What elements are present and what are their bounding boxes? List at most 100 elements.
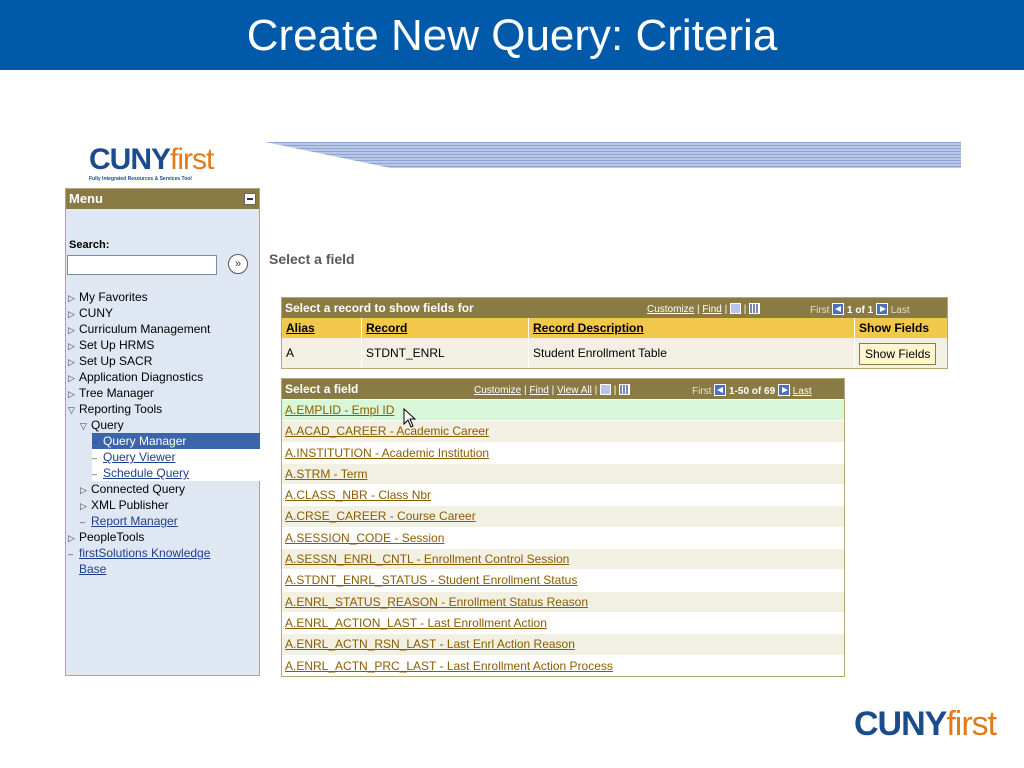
field-grid: Select a field Customize | Find | View A… — [281, 378, 845, 677]
expand-icon: ▷ — [68, 293, 75, 303]
expand-icon: ▷ — [68, 373, 75, 383]
search-go-icon[interactable]: » — [228, 254, 248, 274]
field-row[interactable]: A.SESSION_CODE - Session — [282, 526, 844, 549]
field-row[interactable]: A.ENRL_ACTN_RSN_LAST - Last Enrl Action … — [282, 633, 844, 655]
record-grid-nav: First 1 of 1 Last — [810, 303, 910, 316]
menu-panel: Menu Search: » ▷ My Favorites ▷ CUNY ▷ Curr… — [65, 188, 260, 676]
menu-item-xml-publisher[interactable]: ▷ XML Publisher — [66, 497, 261, 513]
field-row[interactable]: A.STDNT_ENRL_STATUS - Student Enrollment… — [282, 569, 844, 591]
field-row[interactable]: A.ENRL_ACTN_PRC_LAST - Last Enrollment A… — [282, 654, 844, 676]
nav-last-label: Last — [890, 305, 910, 316]
slide-title-bar: Create New Query: Criteria — [0, 0, 1024, 70]
find-link[interactable]: Find — [702, 304, 721, 315]
menu-item-my-favorites[interactable]: ▷ My Favorites — [66, 289, 261, 305]
prev-arrow-icon[interactable] — [832, 303, 845, 315]
logo-brand-suffix: first — [170, 143, 214, 176]
menu-item-application-diagnostics[interactable]: ▷ Application Diagnostics — [66, 369, 261, 385]
expand-icon: ▷ — [68, 389, 75, 399]
field-grid-header: Select a field Customize | Find | View A… — [282, 379, 844, 399]
find-link[interactable]: Find — [529, 385, 548, 396]
next-arrow-icon[interactable] — [875, 303, 888, 315]
customize-link[interactable]: Customize — [647, 304, 694, 315]
menu-item-peopletools[interactable]: ▷ PeopleTools — [66, 529, 261, 545]
menu-item-curriculum-management[interactable]: ▷ Curriculum Management — [66, 321, 261, 337]
menu-item-query-manager[interactable]: – Query Manager — [92, 433, 260, 449]
field-grid-title: Select a field — [285, 382, 359, 396]
record-grid-columns: Alias Record Record Description Show Fie… — [282, 318, 947, 338]
expand-icon: ▷ — [68, 533, 75, 543]
cell-record: STDNT_ENRL — [362, 338, 529, 368]
menu-item-query-viewer[interactable]: – Query Viewer — [92, 449, 260, 465]
col-alias[interactable]: Alias — [282, 318, 362, 338]
menu-item-firstsolutions-kb-cont[interactable]: Base — [66, 561, 261, 577]
nav-first-label: First — [810, 305, 830, 316]
show-fields-button[interactable]: Show Fields — [859, 342, 937, 365]
nav-range: 1-50 of 69 — [729, 386, 776, 397]
collapse-icon: ▽ — [80, 421, 87, 431]
menu-item-report-manager[interactable]: – Report Manager — [66, 513, 261, 529]
field-row[interactable]: A.STRM - Term — [282, 462, 844, 485]
col-record[interactable]: Record — [362, 318, 529, 338]
menu-item-reporting-tools[interactable]: ▽ Reporting Tools — [66, 401, 261, 417]
field-grid-nav: First 1-50 of 69 Last — [692, 384, 812, 397]
menu-item-firstsolutions-kb[interactable]: – firstSolutions Knowledge — [66, 545, 261, 561]
menu-item-schedule-query[interactable]: – Schedule Query — [92, 465, 260, 481]
expand-icon: ▷ — [68, 325, 75, 335]
cell-alias: A — [282, 338, 362, 368]
nav-range: 1 of 1 — [847, 305, 874, 316]
expand-icon: ▷ — [68, 309, 75, 319]
field-row[interactable]: A.ENRL_ACTION_LAST - Last Enrollment Act… — [282, 611, 844, 634]
menu-item-connected-query[interactable]: ▷ Connected Query — [66, 481, 261, 497]
field-row[interactable]: A.CRSE_CAREER - Course Career — [282, 505, 844, 527]
nav-last-link[interactable]: Last — [793, 386, 812, 397]
menu-item-query[interactable]: ▽ Query — [66, 417, 261, 433]
menu-item-tree-manager[interactable]: ▷ Tree Manager — [66, 385, 261, 401]
record-grid-title: Select a record to show fields for — [285, 301, 474, 315]
menu-list: ▷ My Favorites ▷ CUNY ▷ Curriculum Manageme… — [66, 289, 261, 577]
menu-search-input[interactable] — [67, 255, 217, 275]
cell-show-fields: Show Fields — [855, 338, 947, 368]
grid-view-icon[interactable] — [619, 384, 631, 395]
logo-tagline: Fully Integrated Resources & Services To… — [89, 176, 192, 182]
next-arrow-icon[interactable] — [777, 384, 790, 396]
field-row[interactable]: A.EMPLID - Empl ID — [282, 399, 844, 421]
table-row: A STDNT_ENRL Student Enrollment Table Sh… — [282, 338, 947, 368]
field-row[interactable]: A.CLASS_NBR - Class Nbr — [282, 484, 844, 506]
cell-description: Student Enrollment Table — [529, 338, 855, 368]
grid-view-icon[interactable] — [749, 303, 761, 314]
menu-item-set-up-sacr[interactable]: ▷ Set Up SACR — [66, 353, 261, 369]
field-row[interactable]: A.ACAD_CAREER - Academic Career — [282, 420, 844, 442]
col-record-description[interactable]: Record Description — [529, 318, 855, 338]
record-grid-tools: Customize | Find | | — [647, 303, 761, 315]
view-all-link[interactable]: View All — [557, 385, 592, 396]
expand-icon: ▷ — [68, 341, 75, 351]
cunyfirst-screenshot: CUNYfirst Fully Integrated Resources & S… — [65, 140, 961, 677]
download-icon[interactable] — [730, 303, 742, 314]
search-label: Search: — [69, 239, 110, 251]
footer-brand-main: CUNY — [854, 705, 947, 743]
page-section-title: Select a field — [269, 251, 355, 267]
menu-item-set-up-hrms[interactable]: ▷ Set Up HRMS — [66, 337, 261, 353]
download-icon[interactable] — [600, 384, 612, 395]
footer-cunyfirst-logo: CUNYfirst — [854, 705, 1004, 747]
field-row[interactable]: A.INSTITUTION - Academic Institution — [282, 441, 844, 463]
minimize-icon[interactable] — [244, 193, 256, 205]
header-banner — [265, 142, 961, 168]
field-grid-tools: Customize | Find | View All | | — [474, 384, 631, 396]
menu-header: Menu — [66, 189, 259, 209]
expand-icon: ▷ — [80, 485, 87, 495]
mouse-pointer-icon — [403, 408, 417, 428]
expand-icon: ▷ — [80, 501, 87, 511]
prev-arrow-icon[interactable] — [714, 384, 727, 396]
expand-icon: ▷ — [68, 357, 75, 367]
record-grid-header: Select a record to show fields for Custo… — [282, 298, 947, 318]
cunyfirst-logo: CUNYfirst Fully Integrated Resources & S… — [89, 144, 239, 188]
menu-item-cuny[interactable]: ▷ CUNY — [66, 305, 261, 321]
customize-link[interactable]: Customize — [474, 385, 521, 396]
collapse-icon: ▽ — [68, 405, 75, 415]
field-row[interactable]: A.SESSN_ENRL_CNTL - Enrollment Control S… — [282, 548, 844, 570]
logo-brand-main: CUNY — [89, 143, 171, 176]
record-grid: Select a record to show fields for Custo… — [281, 297, 948, 369]
menu-body: Search: » ▷ My Favorites ▷ CUNY ▷ Curriculu… — [66, 209, 261, 675]
field-row[interactable]: A.ENRL_STATUS_REASON - Enrollment Status… — [282, 590, 844, 612]
